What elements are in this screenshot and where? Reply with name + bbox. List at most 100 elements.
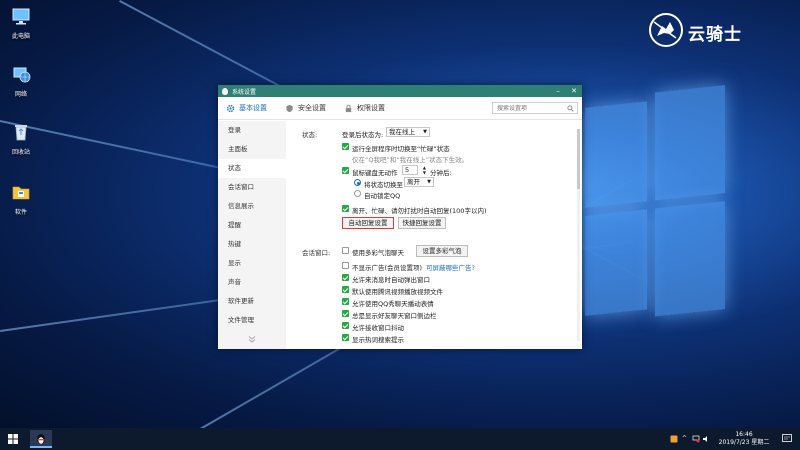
search-icon [567, 105, 574, 112]
desktop-icon-recycle-bin[interactable]: 回收站 [4, 122, 38, 156]
tencent-video-checkbox[interactable] [342, 286, 349, 293]
settings-tabs: 基本设置 安全设置 权限设置 [218, 97, 582, 120]
hide-ads-label: 不显示广告(会员设置项) [352, 264, 423, 272]
settings-content: 状态: 登录后状态为: 我在线上 ▼ 运行全屏程序时切换至“忙碌”状态 仅在“Q… [286, 121, 572, 349]
search-input[interactable] [497, 104, 567, 112]
sidebar-item-status[interactable]: 状态 [218, 159, 286, 178]
colorful-bubble-label: 使用多彩气泡聊天 [352, 249, 404, 257]
auto-reply-checkbox[interactable] [342, 205, 349, 212]
sidebar-item-login[interactable]: 登录 [218, 121, 286, 140]
tab-security-settings[interactable]: 安全设置 [285, 103, 326, 113]
switch-status-select[interactable]: 离开 ▼ [404, 177, 434, 187]
session-option-label: 总是显示好友聊天窗口侧边栏 [352, 312, 437, 320]
tab-label: 基本设置 [239, 104, 267, 112]
fullscreen-busy-label: 运行全屏程序时切换至“忙碌”状态 [352, 145, 450, 153]
close-button[interactable]: ✕ [566, 85, 582, 97]
colorful-bubble-checkbox[interactable] [342, 247, 349, 254]
sidebar-show-checkbox[interactable] [342, 310, 349, 317]
network-status-icon[interactable] [692, 435, 700, 443]
sidebar-item-info-display[interactable]: 信息展示 [218, 197, 286, 216]
idle-minutes-value: 5 [405, 166, 410, 174]
qq-penguin-icon [222, 87, 228, 95]
auto-lock-radio[interactable] [354, 190, 361, 197]
chevron-up-icon[interactable]: ^ [682, 435, 690, 443]
sidebar-item-session-window[interactable]: 会话窗口 [218, 178, 286, 197]
dropdown-arrow-icon: ▼ [427, 179, 431, 185]
folder-icon [12, 186, 30, 200]
status-section-label: 状态: [302, 131, 318, 139]
desktop-icon-network[interactable]: 网络 [4, 64, 38, 98]
desktop-icon-label: 网络 [14, 91, 27, 98]
computer-icon [12, 8, 30, 25]
settings-sidebar: 登录 主面板 状态 会话窗口 信息展示 提醒 热键 显示 声音 软件更新 文件管… [218, 121, 286, 349]
session-option-label: 默认使用腾讯视频播放视频文件 [352, 288, 443, 296]
after-login-status-select[interactable]: 我在线上 ▼ [386, 127, 430, 137]
sidebar-item-sound[interactable]: 声音 [218, 273, 286, 292]
dropdown-arrow-icon: ▼ [423, 129, 427, 135]
auto-lock-label: 自动锁定QQ [364, 192, 401, 200]
desktop-icon-label: 此电脑 [11, 33, 30, 40]
knight-logo-icon [649, 13, 683, 47]
window-titlebar[interactable]: 系统设置 – ✕ [218, 85, 582, 97]
settings-search[interactable] [492, 102, 578, 114]
taskbar: ^ 16:46 2019/7/23 星期二 [0, 428, 800, 450]
idle-minutes-stepper[interactable]: 5 ▲ ▼ [402, 165, 426, 175]
fullscreen-hint: 仅在“Q我吧”和“我在线上”状态下生效。 [352, 156, 469, 164]
sidebar-item-hotkeys[interactable]: 热键 [218, 235, 286, 254]
session-section-label: 会话窗口: [302, 249, 331, 257]
tab-permission-settings[interactable]: 权限设置 [344, 103, 385, 113]
select-value: 离开 [407, 178, 420, 186]
stepper-arrows-icon[interactable]: ▲ ▼ [423, 165, 426, 175]
hot-word-hint-checkbox[interactable] [342, 334, 349, 341]
fullscreen-busy-checkbox[interactable] [342, 143, 349, 150]
quick-reply-settings-button[interactable]: 快捷回复设置 [398, 217, 446, 229]
idle-checkbox[interactable] [342, 167, 349, 174]
auto-popup-checkbox[interactable] [342, 274, 349, 281]
volume-icon[interactable] [702, 435, 710, 443]
session-option-label: 允许来消息时自动弹出窗口 [352, 276, 430, 284]
sidebar-item-software-update[interactable]: 软件更新 [218, 292, 286, 311]
qq-show-emote-checkbox[interactable] [342, 298, 349, 305]
switch-status-label: 将状态切换至 [364, 181, 403, 189]
sidebar-item-display[interactable]: 显示 [218, 254, 286, 273]
window-title: 系统设置 [232, 88, 257, 96]
select-value: 我在线上 [389, 128, 415, 136]
system-settings-window: 系统设置 – ✕ 基本设置 安全设置 权限设置 登录 主面板 状态 会话窗口 信… [218, 85, 582, 349]
brand-name: 云骑士 [688, 25, 742, 45]
tab-basic-settings[interactable]: 基本设置 [226, 103, 267, 113]
chevron-down-icon[interactable] [248, 335, 256, 343]
ads-info-link[interactable]: 可屏蔽哪些广告? [426, 262, 475, 272]
desktop-icon-software[interactable]: 软件 [4, 182, 38, 216]
scrollbar-thumb[interactable] [577, 129, 580, 189]
minimize-button[interactable]: – [550, 85, 566, 97]
window-shake-checkbox[interactable] [342, 322, 349, 329]
notification-icon[interactable] [782, 434, 792, 443]
set-bubble-button[interactable]: 设置多彩气泡 [416, 245, 468, 257]
hide-ads-checkbox[interactable] [342, 262, 349, 269]
shield-icon [286, 104, 293, 112]
desktop-icon-label: 回收站 [11, 149, 30, 156]
clock-time: 16:46 [735, 431, 753, 438]
sidebar-item-reminder[interactable]: 提醒 [218, 216, 286, 235]
switch-status-radio[interactable] [354, 179, 361, 186]
desktop-icon-this-pc[interactable]: 此电脑 [4, 6, 38, 40]
app-tray-icon[interactable] [670, 435, 678, 443]
taskbar-qq-app[interactable] [30, 430, 52, 448]
network-icon [13, 67, 31, 83]
session-option-label: 显示热词搜索提示 [352, 336, 404, 344]
windows-logo-glow [585, 85, 735, 328]
windows-start-icon[interactable] [8, 434, 18, 444]
sidebar-item-file-management[interactable]: 文件管理 [218, 311, 286, 330]
sidebar-item-main-panel[interactable]: 主面板 [218, 140, 286, 159]
session-option-label: 允许接收窗口抖动 [352, 324, 404, 332]
tab-label: 权限设置 [357, 104, 385, 112]
after-login-label: 登录后状态为: [342, 131, 384, 139]
clock[interactable]: 16:46 2019/7/23 星期二 [718, 431, 770, 447]
idle-unit-label: 分钟后: [430, 169, 452, 177]
auto-reply-settings-button[interactable]: 自动回复设置 [342, 217, 394, 229]
gear-icon [226, 104, 235, 112]
auto-reply-label: 离开、忙碌、请勿打扰时自动回复(100字以内) [352, 207, 487, 215]
brand-watermark: 云骑士 [648, 10, 768, 50]
content-scrollbar[interactable] [577, 129, 580, 341]
tab-label: 安全设置 [298, 104, 326, 112]
